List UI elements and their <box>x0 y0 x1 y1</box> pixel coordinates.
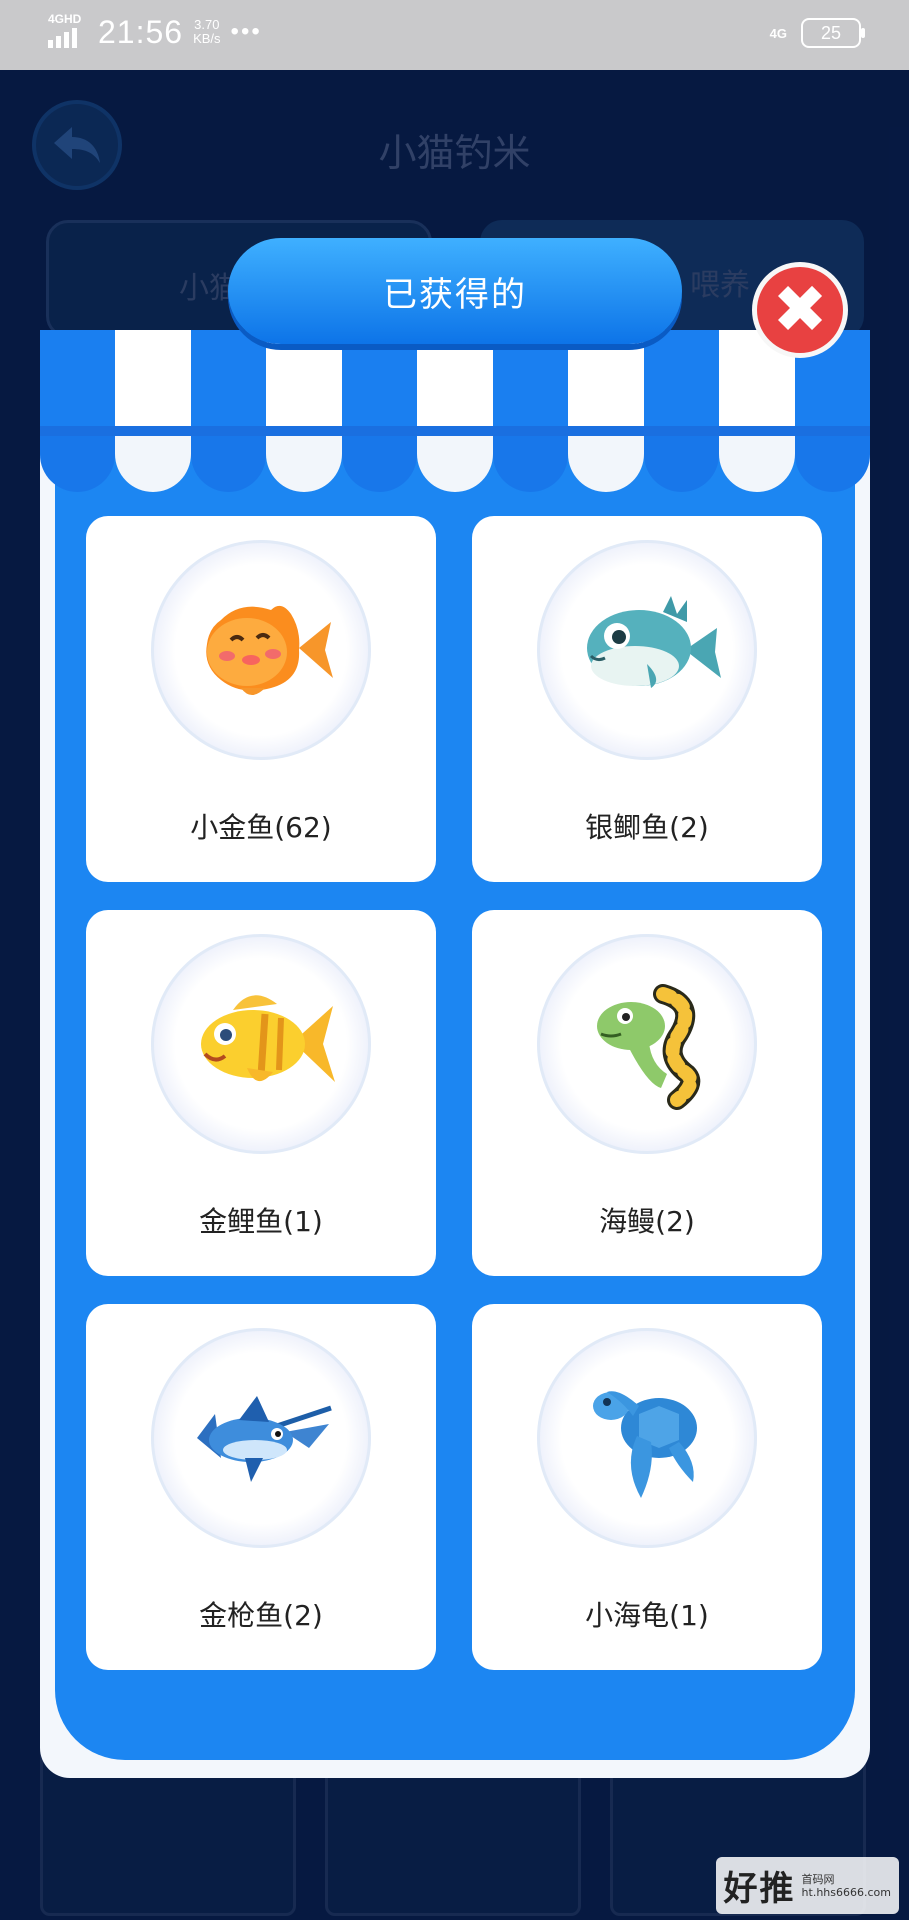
signal-icon: 4GHD <box>48 12 88 52</box>
watermark-text: 首码网 ht.hhs6666.com <box>802 1873 891 1899</box>
modal-title-banner: 已获得的 <box>228 238 682 344</box>
network-label: 4GHD <box>48 12 82 26</box>
modal-title: 已获得的 <box>383 274 527 315</box>
pufferfish-icon <box>587 596 721 688</box>
item-label: 金鲤鱼(1) <box>199 1205 323 1238</box>
collection-item-card[interactable]: 金枪鱼(2) <box>86 1304 436 1670</box>
eel-icon <box>597 984 701 1110</box>
swordfish-icon <box>197 1396 332 1482</box>
watermark: 好推 首码网 ht.hhs6666.com <box>715 1857 899 1914</box>
item-bubble <box>151 934 371 1154</box>
item-label: 金枪鱼(2) <box>199 1599 323 1632</box>
mobile-data-icon: 4G <box>769 25 787 41</box>
close-button[interactable]: ✖ <box>752 262 848 358</box>
goldfish-icon <box>206 605 333 695</box>
item-bubble <box>151 540 371 760</box>
collection-item-card[interactable]: 小金鱼(62) <box>86 516 436 882</box>
striped-fish-icon <box>201 995 335 1082</box>
collection-modal: 已获得的 ✖ 小金鱼(62) 银鲫鱼(2) 金鲤鱼(1) 海鳗(2) 金枪鱼(2… <box>40 238 870 1778</box>
network-speed: 3.70 KB/s <box>193 18 220 46</box>
close-icon: ✖ <box>772 271 828 348</box>
battery-icon: 25 <box>801 18 865 48</box>
collection-item-card[interactable]: 海鳗(2) <box>472 910 822 1276</box>
speed-value: 3.70 <box>194 17 220 32</box>
battery-level: 25 <box>820 22 842 43</box>
item-label: 银鲫鱼(2) <box>585 811 709 844</box>
watermark-url: ht.hhs6666.com <box>801 1885 891 1899</box>
item-label: 小金鱼(62) <box>190 811 332 844</box>
item-bubble <box>537 1328 757 1548</box>
speed-unit: KB/s <box>193 31 221 46</box>
item-label: 小海龟(1) <box>585 1599 709 1632</box>
shop-awning <box>40 330 870 430</box>
collection-item-card[interactable]: 银鲫鱼(2) <box>472 516 822 882</box>
more-notifications-icon: ••• <box>230 18 262 45</box>
watermark-site-name: 首码网 <box>801 1872 835 1886</box>
item-bubble <box>151 1328 371 1548</box>
item-bubble <box>537 540 757 760</box>
clock: 21:56 <box>98 13 184 50</box>
awning-scallops <box>40 436 870 492</box>
status-bar: 4GHD 21:56 3.70 KB/s ••• 4G 25 <box>0 0 909 70</box>
collection-item-card[interactable]: 小海龟(1) <box>472 1304 822 1670</box>
watermark-logo: 好推 <box>723 1869 796 1909</box>
turtle-icon <box>593 1391 697 1498</box>
item-label: 海鳗(2) <box>599 1205 695 1238</box>
item-bubble <box>537 934 757 1154</box>
collection-item-card[interactable]: 金鲤鱼(1) <box>86 910 436 1276</box>
